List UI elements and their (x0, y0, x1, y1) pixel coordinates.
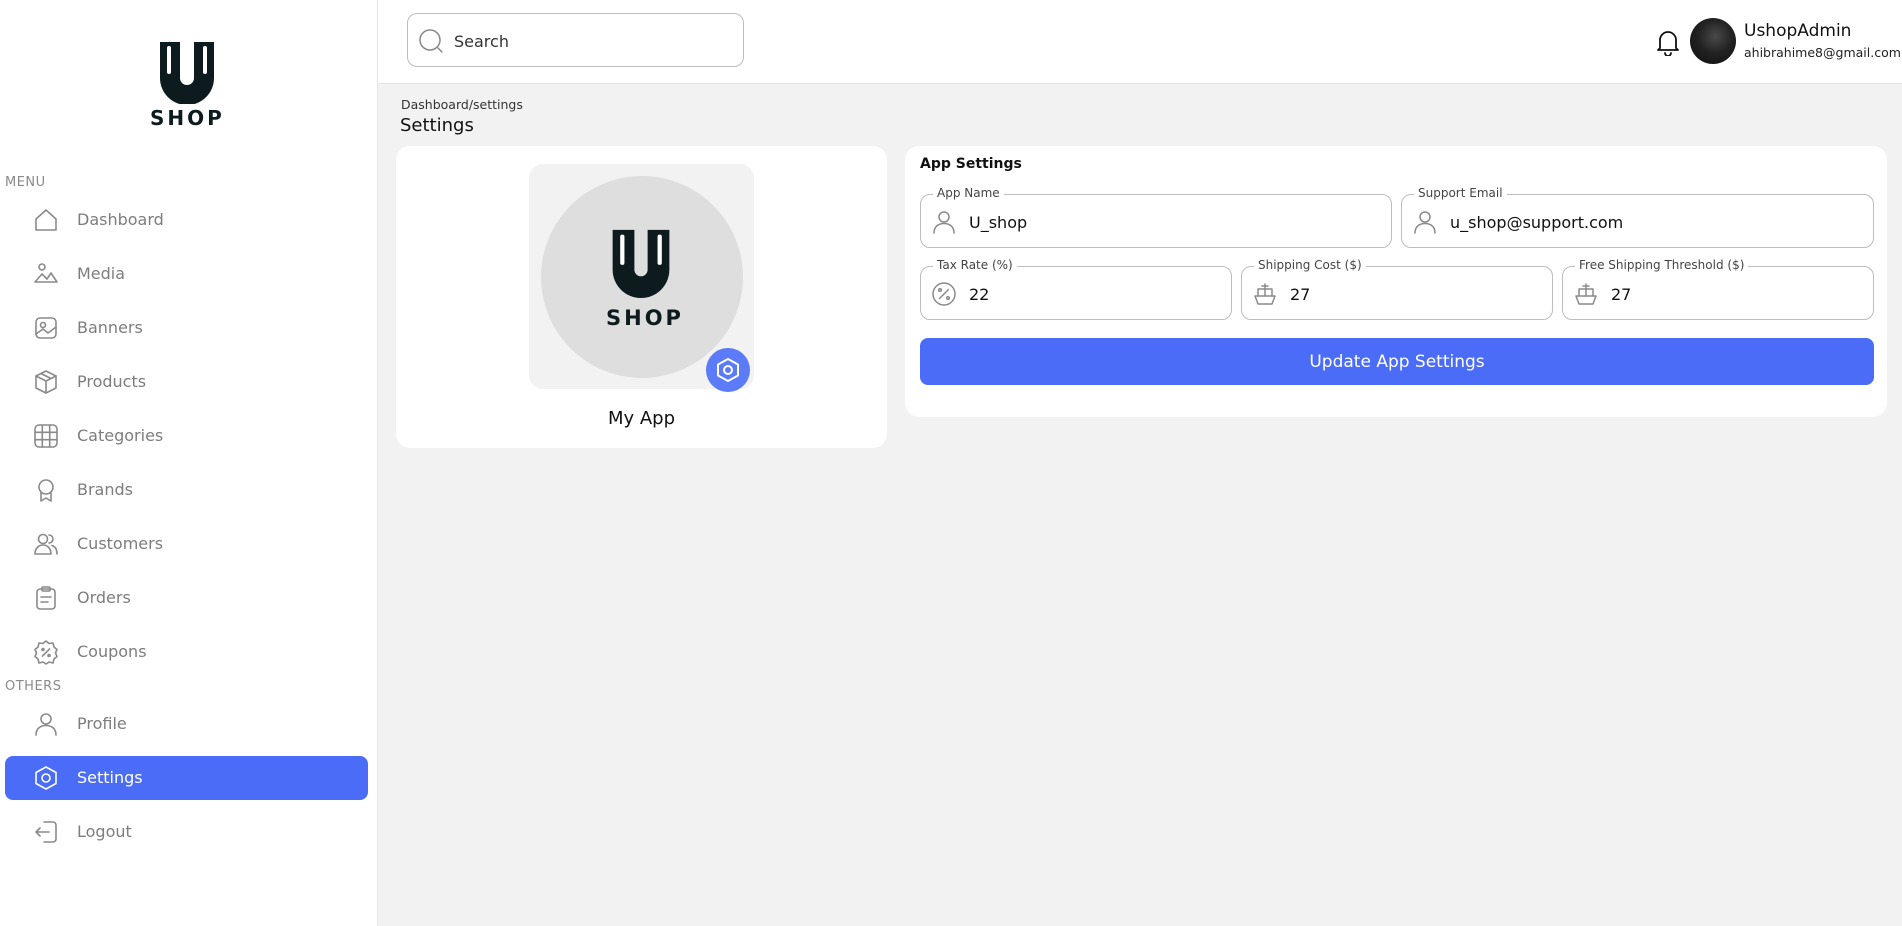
logo-text: SHOP (150, 106, 225, 130)
settings-icon (33, 765, 59, 791)
tax-rate-label: Tax Rate (%) (933, 258, 1017, 272)
sidebar-item-logout[interactable]: Logout (5, 810, 368, 854)
user-icon (1412, 209, 1438, 235)
shipping-cost-input[interactable] (1290, 281, 1530, 307)
sidebar-item-products[interactable]: Products (5, 360, 368, 404)
sidebar-item-media[interactable]: Media (5, 252, 368, 296)
badge-icon (33, 477, 59, 503)
user-email: ahibrahime8@gmail.com (1744, 45, 1901, 60)
tax-rate-field[interactable]: Tax Rate (%) (920, 258, 1232, 320)
menu-section-label: MENU (5, 175, 46, 190)
ship-icon (1573, 281, 1599, 307)
grid-icon (33, 423, 59, 449)
support-email-input[interactable] (1450, 209, 1850, 235)
sidebar-item-brands[interactable]: Brands (5, 468, 368, 512)
sidebar-item-label: Logout (77, 822, 132, 841)
sidebar-item-customers[interactable]: Customers (5, 522, 368, 566)
coupon-icon (33, 639, 59, 665)
others-section-label: OTHERS (5, 679, 62, 694)
free-shipping-threshold-label: Free Shipping Threshold ($) (1575, 258, 1749, 272)
app-settings-card: App Settings App Name Support Email Tax … (905, 146, 1887, 417)
ship-icon (1252, 281, 1278, 307)
sidebar-item-label: Media (77, 264, 126, 283)
shipping-cost-field[interactable]: Shipping Cost ($) (1241, 258, 1553, 320)
sidebar-item-dashboard[interactable]: Dashboard (5, 198, 368, 242)
logout-icon (33, 819, 59, 845)
avatar[interactable] (1690, 18, 1736, 64)
sidebar-item-orders[interactable]: Orders (5, 576, 368, 620)
box-icon (33, 369, 59, 395)
sidebar-item-label: Profile (77, 714, 127, 733)
change-logo-button[interactable] (706, 348, 750, 392)
sidebar: SHOP MENU Dashboard Media Banners Produc… (0, 0, 378, 926)
free-shipping-threshold-input[interactable] (1611, 281, 1851, 307)
user-icon (931, 209, 957, 235)
app-logo-u-mark (612, 229, 670, 299)
sidebar-item-coupons[interactable]: Coupons (5, 630, 368, 674)
percent-icon (931, 281, 957, 307)
sidebar-item-banners[interactable]: Banners (5, 306, 368, 350)
sidebar-item-label: Coupons (77, 642, 147, 661)
page-title: Settings (400, 115, 474, 136)
app-logo-circle: SHOP (541, 176, 750, 392)
app-logo: SHOP (606, 226, 684, 336)
tax-rate-input[interactable] (969, 281, 1209, 307)
app-name-field[interactable]: App Name (920, 186, 1392, 248)
sidebar-item-profile[interactable]: Profile (5, 702, 368, 746)
logo-u-mark (160, 42, 214, 104)
app-logo-text: SHOP (606, 306, 684, 330)
user-name: UshopAdmin (1744, 21, 1852, 41)
settings-icon (717, 358, 739, 382)
free-shipping-threshold-field[interactable]: Free Shipping Threshold ($) (1562, 258, 1874, 320)
search-box[interactable] (407, 13, 744, 67)
app-name: My App (607, 408, 676, 429)
sidebar-item-label: Dashboard (77, 210, 164, 229)
home-icon (33, 207, 59, 233)
app-name-label: App Name (933, 186, 1004, 200)
sidebar-item-label: Categories (77, 426, 164, 445)
breadcrumb: Dashboard/settings (401, 97, 523, 112)
sidebar-item-label: Banners (77, 318, 143, 337)
sidebar-item-categories[interactable]: Categories (5, 414, 368, 458)
search-input[interactable] (454, 28, 724, 54)
update-app-settings-button[interactable]: Update App Settings (920, 338, 1874, 385)
sidebar-item-label: Settings (77, 768, 143, 787)
app-card: SHOP My App (396, 146, 887, 448)
image-icon (33, 315, 59, 341)
clipboard-icon (33, 585, 59, 611)
sidebar-item-label: Products (77, 372, 147, 391)
bell-icon[interactable] (1655, 28, 1681, 57)
shipping-cost-label: Shipping Cost ($) (1254, 258, 1366, 272)
support-email-label: Support Email (1414, 186, 1507, 200)
top-bar: UshopAdmin ahibrahime8@gmail.com (378, 0, 1902, 84)
users-icon (33, 531, 59, 557)
app-logo-box: SHOP (529, 164, 754, 392)
sidebar-item-label: Orders (77, 588, 131, 607)
app-settings-title: App Settings (920, 156, 1022, 172)
user-icon (33, 711, 59, 737)
app-name-input[interactable] (969, 209, 1369, 235)
media-icon (33, 261, 59, 287)
support-email-field[interactable]: Support Email (1401, 186, 1874, 248)
sidebar-item-settings[interactable]: Settings (5, 756, 368, 800)
brand-logo[interactable]: SHOP (150, 40, 224, 130)
search-icon (418, 28, 444, 54)
sidebar-item-label: Brands (77, 480, 133, 499)
sidebar-item-label: Customers (77, 534, 164, 553)
